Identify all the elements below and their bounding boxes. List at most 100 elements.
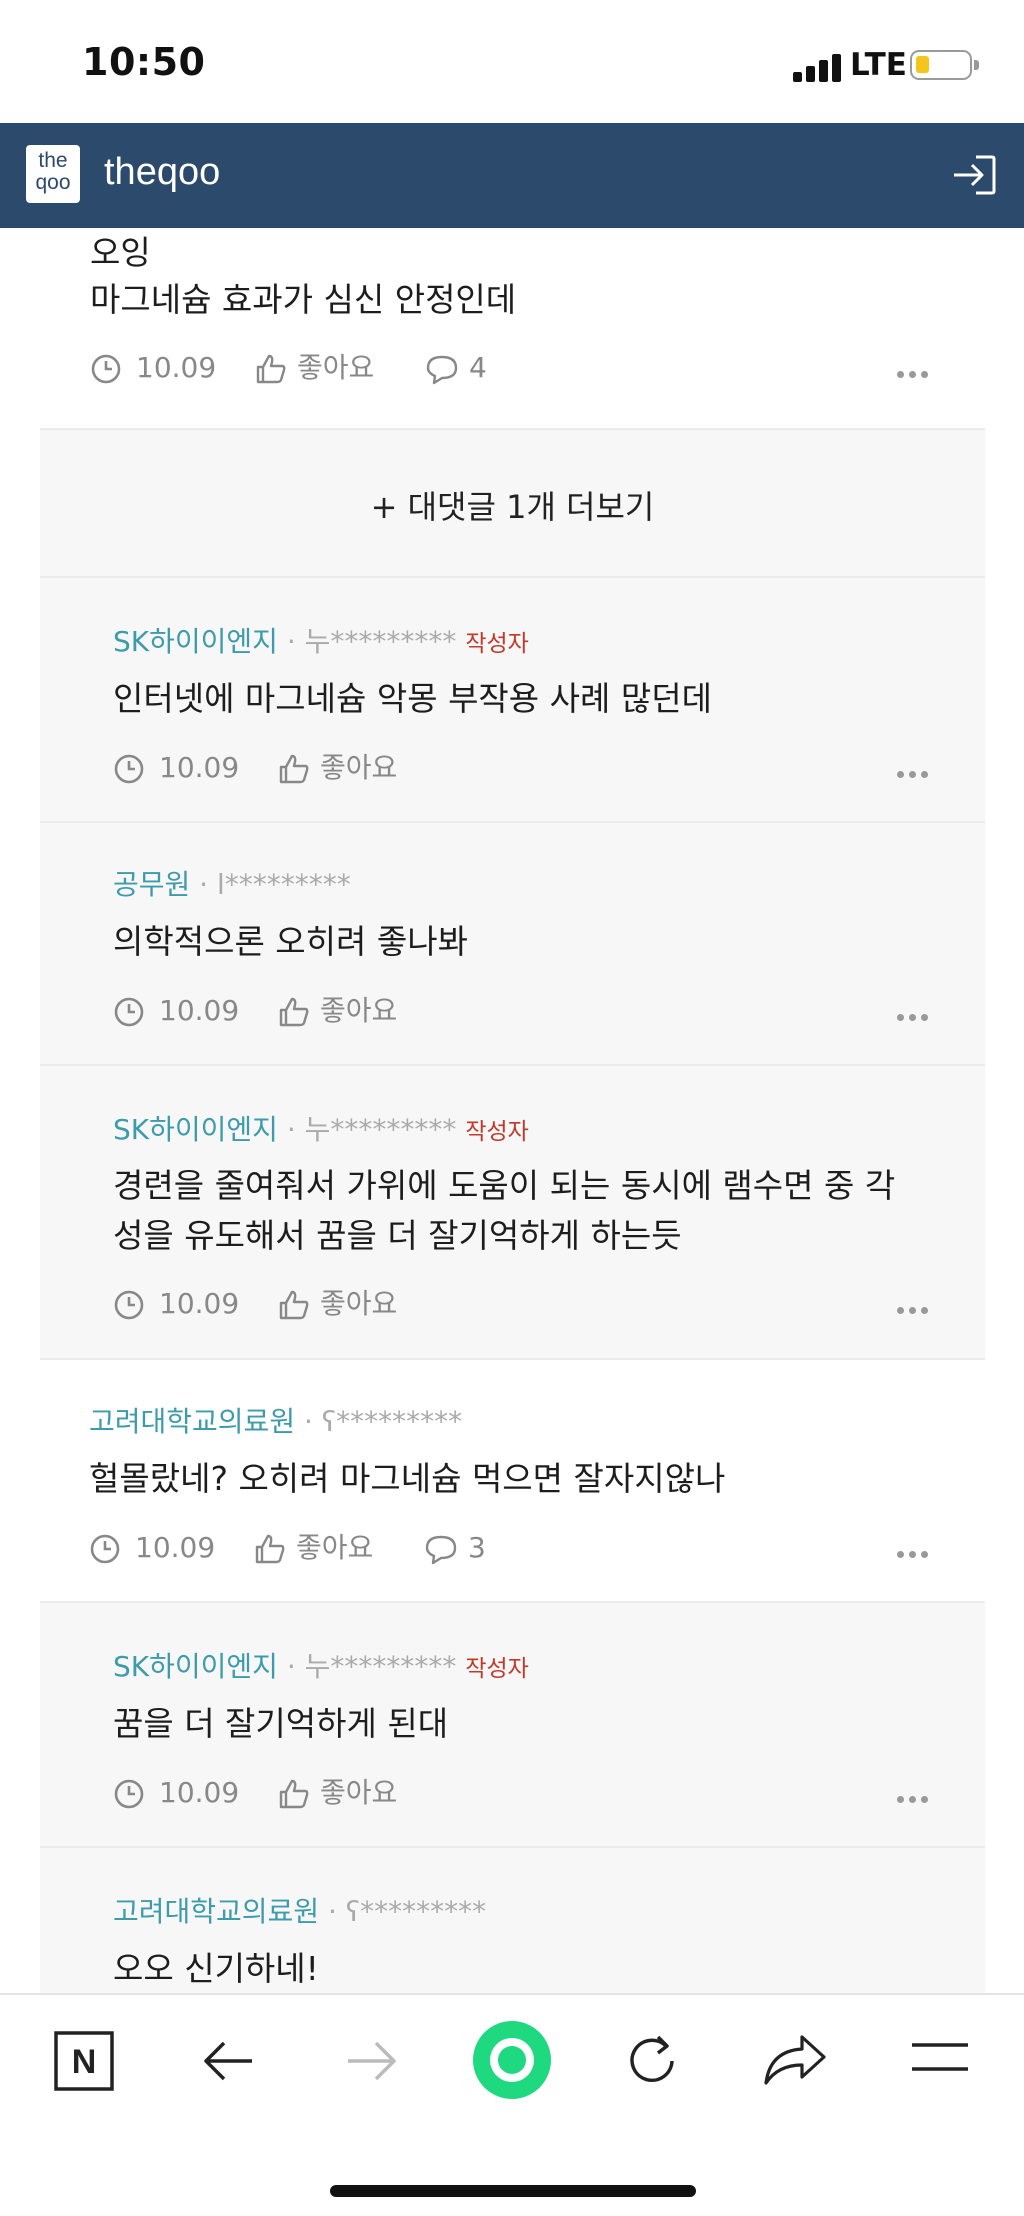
signal-strength-icon (793, 54, 843, 82)
more-options-icon[interactable] (897, 1014, 937, 1024)
more-options-icon[interactable] (897, 1307, 937, 1317)
like-button[interactable]: 좋아요 (278, 991, 408, 1031)
logo-text-top: the (38, 149, 68, 172)
reply-button[interactable]: 4 (425, 348, 505, 388)
like-button[interactable]: 좋아요 (255, 348, 385, 388)
comment-date: 10.09 (113, 991, 243, 1031)
writer-badge: 작성자 (465, 1656, 529, 1682)
comment-text-line: 성을 유도해서 꿈을 더 잘기억하게 하는듯 (113, 1216, 682, 1255)
like-button[interactable]: 좋아요 (278, 1284, 408, 1324)
thumbs-up-icon (279, 754, 309, 784)
comment-author-line: 공무원 · l********* (113, 868, 351, 901)
back-arrow-icon[interactable] (200, 2037, 256, 2085)
forward-arrow-icon[interactable] (344, 2037, 400, 2085)
load-more-label: + 대댓글 1개 더보기 (370, 488, 655, 526)
clock-icon (114, 754, 144, 784)
comment-date: 10.09 (113, 748, 243, 788)
comment-date: 10.09 (113, 1284, 243, 1324)
like-button[interactable]: 좋아요 (278, 1773, 408, 1813)
reply-item: 공무원 · l********* 의학적으론 오히려 좋나봐 10.09 좋아요 (40, 821, 985, 1064)
login-icon[interactable] (950, 153, 998, 197)
comment-author-line: 고려대학교의료원 · ʕ********* (113, 1895, 487, 1928)
comment-item: 고려대학교의료원 · ʕ********* 헐몰랐네? 오히려 마그네슘 먹으면… (40, 1358, 985, 1601)
comment-author-line: 고려대학교의료원 · ʕ********* (89, 1405, 463, 1438)
comment-text-line: 경련을 줄여줘서 가위에 도움이 되는 동시에 램수면 중 각 (113, 1166, 896, 1205)
comment-author[interactable]: 고려대학교의료원 (113, 1895, 319, 1928)
comment-text-line: 오잉 (90, 233, 151, 272)
comment-user: ʕ********* (345, 1895, 487, 1928)
comment-text: 꿈을 더 잘기억하게 된대 (113, 1704, 449, 1743)
logo-text-bottom: qoo (35, 171, 71, 194)
comment-user: l********* (216, 868, 351, 901)
clock-icon (114, 997, 144, 1027)
comment-date: 10.09 (113, 1773, 243, 1813)
home-indicator (330, 2185, 696, 2197)
comment-author-line: SK하이이엔지 · 누********* 작성자 (113, 625, 529, 658)
app-title[interactable]: theqoo (104, 151, 220, 194)
comment-author[interactable]: SK하이이엔지 (113, 625, 278, 658)
thumbs-up-icon (256, 354, 286, 384)
comment-meta: 10.09 좋아요 (113, 991, 953, 1031)
battery-icon (910, 50, 979, 80)
menu-icon[interactable] (910, 2039, 970, 2075)
more-options-icon[interactable] (897, 771, 937, 781)
thumbs-up-icon (255, 1534, 285, 1564)
thumbs-up-icon (279, 1290, 309, 1320)
comment-author[interactable]: SK하이이엔지 (113, 1650, 278, 1683)
comment-text-line: 마그네슘 효과가 심신 안정인데 (90, 280, 517, 319)
writer-badge: 작성자 (465, 1119, 529, 1145)
green-dot-icon[interactable] (472, 2020, 552, 2100)
comment-text: 의학적으론 오히려 좋나봐 (113, 922, 468, 961)
comment-text: 인터넷에 마그네슘 악몽 부작용 사례 많던데 (113, 679, 712, 718)
comment-author[interactable]: 고려대학교의료원 (89, 1405, 295, 1438)
comment-user: 누********* (304, 625, 457, 658)
speech-bubble-icon (426, 355, 458, 385)
clock-icon (91, 354, 121, 384)
clock-icon (90, 1534, 120, 1564)
more-options-icon[interactable] (897, 1796, 937, 1806)
share-icon[interactable] (762, 2031, 828, 2091)
like-button[interactable]: 좋아요 (278, 748, 408, 788)
app-header: the qoo theqoo (0, 123, 1024, 228)
comment-date: 10.09 (90, 348, 220, 388)
naver-home-icon[interactable]: N (54, 2031, 114, 2091)
load-more-replies-button[interactable]: + 대댓글 1개 더보기 (40, 428, 985, 576)
comment-meta: 10.09 좋아요 4 (90, 348, 960, 388)
browser-toolbar: N (0, 1993, 1024, 2216)
theqoo-logo[interactable]: the qoo (26, 145, 80, 203)
speech-bubble-icon (425, 1535, 457, 1565)
comment-user: ʕ********* (321, 1405, 463, 1438)
clock-icon (114, 1290, 144, 1320)
comment-author[interactable]: SK하이이엔지 (113, 1113, 278, 1146)
comment-meta: 10.09 좋아요 (113, 1284, 953, 1324)
reply-button[interactable]: 3 (424, 1528, 504, 1568)
comment-list: 오잉 마그네슘 효과가 심신 안정인데 10.09 좋아요 4 + 대댓글 1개… (0, 228, 1024, 1993)
comment-author-line: SK하이이엔지 · 누********* 작성자 (113, 1113, 529, 1146)
comment-text: 헐몰랐네? 오히려 마그네슘 먹으면 잘자지않나 (89, 1459, 726, 1498)
thumbs-up-icon (279, 1779, 309, 1809)
refresh-icon[interactable] (622, 2031, 682, 2091)
reply-item: SK하이이엔지 · 누********* 작성자 꿈을 더 잘기억하게 된대 1… (40, 1601, 985, 1846)
clock-icon (114, 1779, 144, 1809)
comment-author[interactable]: 공무원 (113, 868, 190, 901)
comment-user: 누********* (304, 1113, 457, 1146)
comment-meta: 10.09 좋아요 (113, 1773, 953, 1813)
network-type: LTE (850, 47, 907, 83)
comment-meta: 10.09 좋아요 (113, 748, 953, 788)
comment-text: 오오 신기하네! (113, 1949, 319, 1988)
comment-date: 10.09 (89, 1528, 219, 1568)
reply-item: SK하이이엔지 · 누********* 작성자 인터넷에 마그네슘 악몽 부작… (40, 576, 985, 821)
writer-badge: 작성자 (465, 631, 529, 657)
more-options-icon[interactable] (897, 371, 937, 381)
thumbs-up-icon (279, 997, 309, 1027)
status-bar: 10:50 LTE (0, 0, 1024, 123)
like-button[interactable]: 좋아요 (254, 1528, 384, 1568)
more-options-icon[interactable] (897, 1551, 937, 1561)
comment-meta: 10.09 좋아요 3 (89, 1528, 959, 1568)
comment-author-line: SK하이이엔지 · 누********* 작성자 (113, 1650, 529, 1683)
status-time: 10:50 (82, 40, 206, 84)
svg-text:N: N (72, 2043, 97, 2081)
reply-item: 고려대학교의료원 · ʕ********* 오오 신기하네! (40, 1846, 985, 1993)
comment-user: 누********* (304, 1650, 457, 1683)
reply-item: SK하이이엔지 · 누********* 작성자 경련을 줄여줘서 가위에 도움… (40, 1064, 985, 1358)
